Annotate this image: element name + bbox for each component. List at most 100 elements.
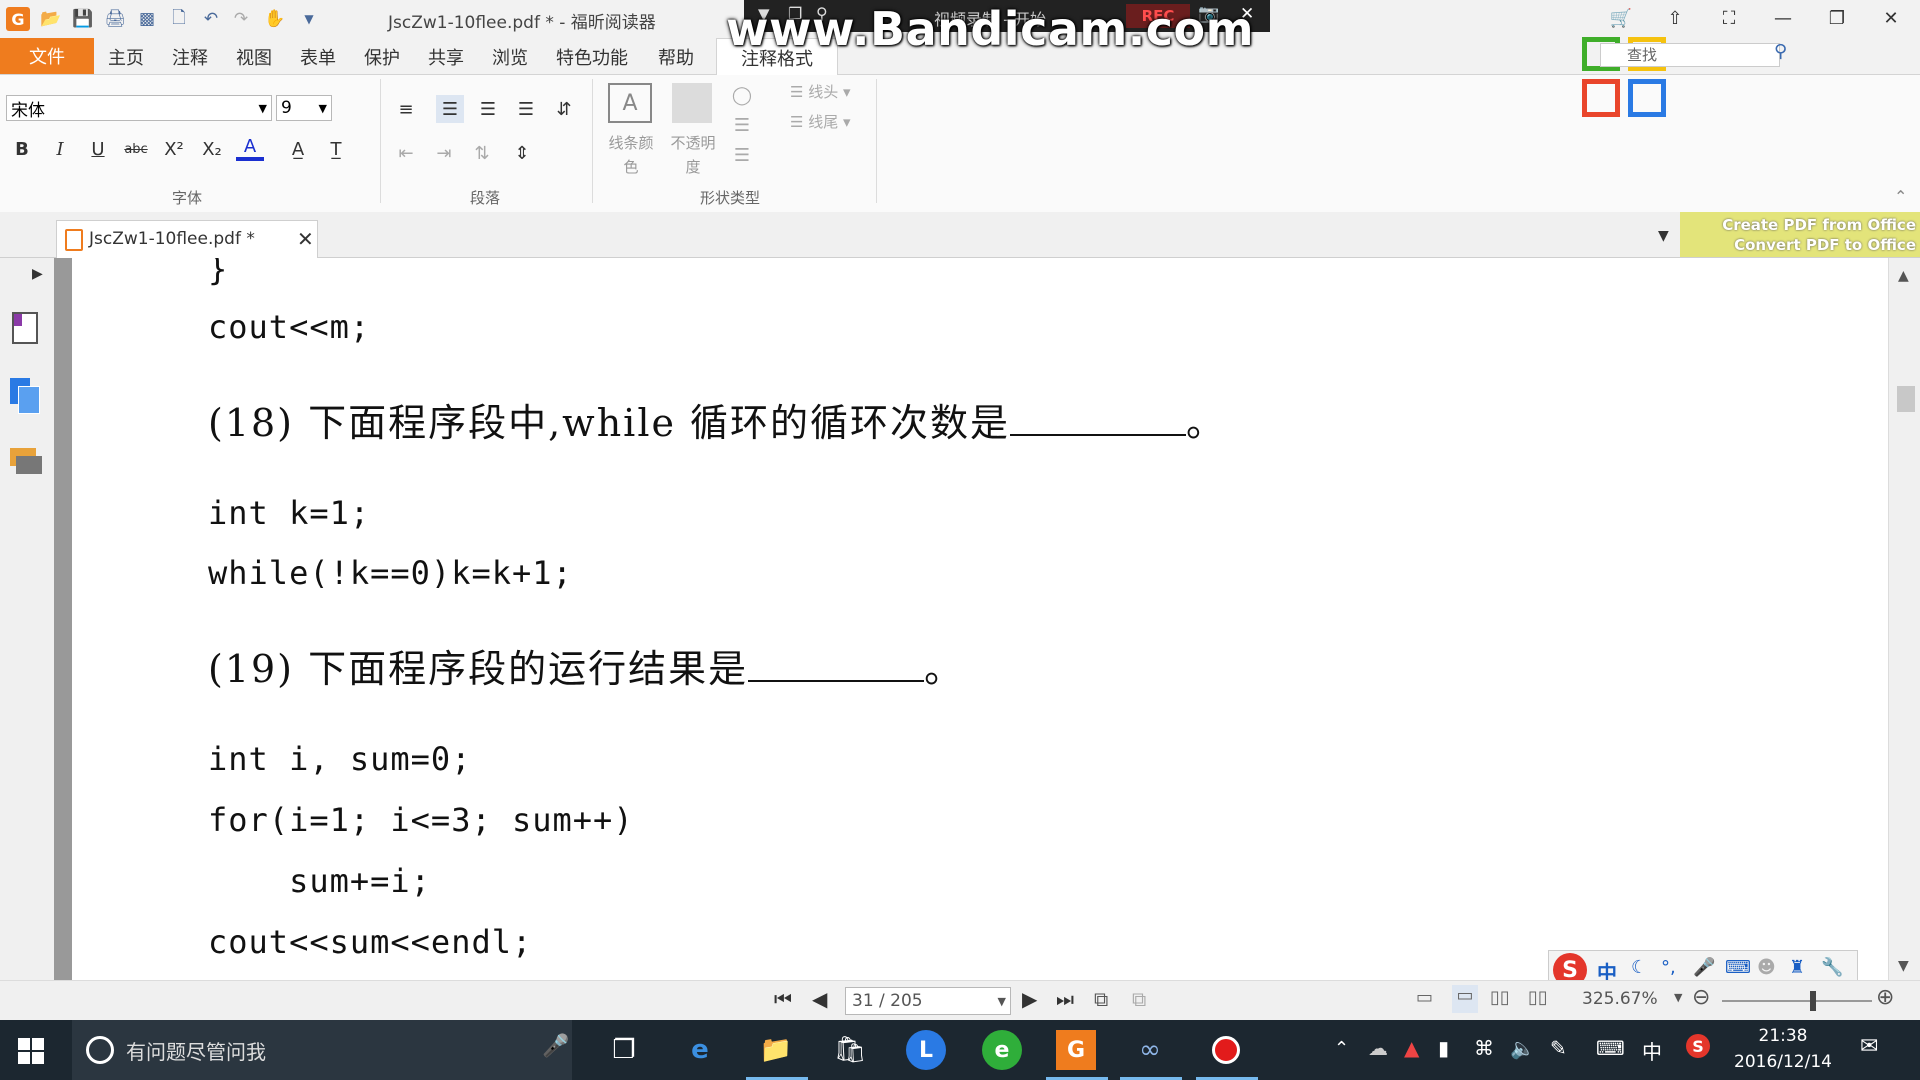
convert-promo-banner[interactable]: Create PDF from Office Convert PDF to Of… bbox=[1680, 212, 1920, 257]
keyboard-icon[interactable]: ⌨ bbox=[1725, 957, 1751, 978]
new-doc-icon[interactable]: 🗋 bbox=[168, 8, 190, 30]
search-icon[interactable]: ⚲ bbox=[1774, 41, 1787, 62]
menu-protect[interactable]: 保护 bbox=[364, 44, 400, 70]
volume-icon[interactable]: 🔈 bbox=[1510, 1036, 1535, 1060]
user-icon[interactable]: ☻ bbox=[1757, 957, 1776, 978]
font-size-select[interactable]: 9 ▼ bbox=[276, 95, 332, 121]
strikethrough-button[interactable]: abc bbox=[122, 135, 150, 163]
scroll-up-icon[interactable]: ▲ bbox=[1898, 268, 1909, 284]
menu-file[interactable]: 文件 bbox=[0, 38, 94, 74]
redo-icon[interactable]: ↷ bbox=[230, 8, 252, 30]
sogou-tray-icon[interactable]: S bbox=[1686, 1034, 1710, 1058]
opacity-label[interactable]: 不透明度 bbox=[666, 131, 720, 179]
font-color-button[interactable]: A bbox=[236, 135, 264, 161]
previous-view-icon[interactable]: ⧉ bbox=[1094, 987, 1108, 1011]
zoom-in-icon[interactable]: ⊕ bbox=[1876, 985, 1894, 1010]
l-app-icon[interactable]: L bbox=[906, 1030, 946, 1070]
pages-icon[interactable] bbox=[10, 378, 40, 414]
bookmark-icon[interactable] bbox=[12, 312, 38, 344]
single-page-icon[interactable]: ▭ bbox=[1416, 987, 1433, 1008]
hand-tool-icon[interactable]: ✋ bbox=[264, 8, 286, 30]
undo-icon[interactable]: ↶ bbox=[200, 8, 222, 30]
open-folder-icon[interactable]: 📂 bbox=[40, 8, 62, 30]
browser-icon[interactable]: e bbox=[982, 1030, 1022, 1070]
next-page-icon[interactable]: ▶ bbox=[1022, 987, 1037, 1011]
menu-help[interactable]: 帮助 bbox=[658, 44, 694, 70]
superscript-button[interactable]: X² bbox=[160, 135, 188, 163]
minimize-button[interactable]: — bbox=[1760, 4, 1806, 32]
opacity-icon[interactable] bbox=[672, 83, 712, 123]
clear-format-button[interactable]: T̲ bbox=[322, 135, 350, 163]
file-explorer-icon[interactable]: 📁 bbox=[756, 1030, 796, 1070]
bullet-list-icon[interactable]: ≡ bbox=[392, 95, 420, 123]
close-button[interactable]: ✕ bbox=[1868, 4, 1914, 32]
alert-icon[interactable]: ▲ bbox=[1404, 1036, 1419, 1060]
line-spacing-icon[interactable]: ⇕ bbox=[508, 139, 536, 167]
show-hidden-icons[interactable]: ⌃ bbox=[1334, 1038, 1349, 1059]
punctuation-icon[interactable]: °, bbox=[1661, 957, 1676, 978]
zoom-out-icon[interactable]: ⊖ bbox=[1692, 985, 1710, 1010]
vertical-scrollbar[interactable]: ▲ ▼ bbox=[1888, 258, 1920, 980]
align-right-icon[interactable]: ☰ bbox=[512, 95, 540, 123]
menu-share[interactable]: 共享 bbox=[428, 44, 464, 70]
scan-icon[interactable]: ▩ bbox=[136, 8, 158, 30]
cortana-search-box[interactable]: 有问题尽管问我 🎤 bbox=[72, 1020, 572, 1080]
menu-annotate[interactable]: 注释 bbox=[172, 44, 208, 70]
bandicam-icon[interactable] bbox=[1206, 1030, 1246, 1070]
next-view-icon[interactable]: ⧉ bbox=[1132, 987, 1146, 1011]
menu-view[interactable]: 视图 bbox=[236, 44, 272, 70]
scroll-down-icon[interactable]: ▼ bbox=[1898, 958, 1909, 974]
zoom-level[interactable]: 325.67% bbox=[1582, 989, 1658, 1009]
collapse-ribbon-icon[interactable]: ⌃ bbox=[1894, 187, 1907, 206]
text-size-button[interactable]: A̲ bbox=[284, 135, 312, 163]
underline-button[interactable]: U bbox=[84, 135, 112, 163]
expand-panel-icon[interactable]: ▶ bbox=[32, 266, 43, 282]
document-tab[interactable]: JscZw1-10flee.pdf * ✕ bbox=[56, 220, 318, 258]
bold-button[interactable]: B bbox=[8, 135, 36, 163]
fullscreen-icon[interactable]: ⛶ bbox=[1706, 4, 1752, 32]
first-page-icon[interactable]: ⏮ bbox=[774, 987, 792, 1011]
wifi-icon[interactable]: ⌘ bbox=[1474, 1036, 1494, 1060]
menu-home[interactable]: 主页 bbox=[108, 44, 144, 70]
fill-color-icon[interactable]: ◯ bbox=[728, 81, 756, 109]
scroll-thumb[interactable] bbox=[1897, 386, 1915, 412]
menu-browse[interactable]: 浏览 bbox=[492, 44, 528, 70]
last-page-icon[interactable]: ⏭ bbox=[1056, 987, 1074, 1011]
menu-special[interactable]: 特色功能 bbox=[556, 44, 628, 70]
panel-divider[interactable] bbox=[54, 258, 72, 980]
menu-form[interactable]: 表单 bbox=[300, 44, 336, 70]
foxit-reader-icon[interactable]: G bbox=[1056, 1030, 1096, 1070]
clock-time[interactable]: 21:38 bbox=[1728, 1026, 1838, 1046]
continuous-icon[interactable]: ▭ bbox=[1452, 985, 1478, 1013]
pen-icon[interactable]: ✎ bbox=[1550, 1036, 1567, 1060]
indent-decrease-icon[interactable]: ⇤ bbox=[392, 139, 420, 167]
line-tail-select[interactable]: ☰ 线尾 ▾ bbox=[790, 111, 851, 132]
print-icon[interactable]: 🖨 bbox=[104, 8, 126, 30]
line-color-label[interactable]: 线条颜色 bbox=[604, 131, 658, 179]
align-center-icon[interactable]: ☰ bbox=[474, 95, 502, 123]
zoom-slider[interactable] bbox=[1722, 1000, 1872, 1002]
facing-icon[interactable]: ▯▯ bbox=[1490, 987, 1510, 1008]
cart-icon[interactable]: 🛒 bbox=[1598, 4, 1644, 32]
moon-icon[interactable]: ☾ bbox=[1631, 957, 1647, 978]
edge-icon[interactable]: e bbox=[680, 1030, 720, 1070]
battery-icon[interactable]: ▮ bbox=[1438, 1036, 1449, 1060]
microphone-icon[interactable]: 🎤 bbox=[542, 1034, 569, 1059]
customize-arrow-icon[interactable]: ▼ bbox=[298, 8, 320, 30]
italic-button[interactable]: I bbox=[46, 135, 74, 163]
continuous-facing-icon[interactable]: ▯▯ bbox=[1528, 987, 1548, 1008]
page-number-input[interactable]: 31 / 205 ▼ bbox=[845, 987, 1011, 1015]
subscript-button[interactable]: X₂ bbox=[198, 135, 226, 163]
comments-icon[interactable] bbox=[10, 448, 42, 476]
clock-date[interactable]: 2016/12/14 bbox=[1724, 1052, 1842, 1072]
share-icon[interactable]: ⇧ bbox=[1652, 4, 1698, 32]
text-direction-icon[interactable]: ⇅ bbox=[468, 139, 496, 167]
indent-increase-icon[interactable]: ⇥ bbox=[430, 139, 458, 167]
task-view-icon[interactable]: ❐ bbox=[604, 1030, 644, 1070]
line-head-select[interactable]: ☰ 线头 ▾ bbox=[790, 81, 851, 102]
previous-page-icon[interactable]: ◀ bbox=[812, 987, 827, 1011]
font-name-select[interactable]: 宋体 ▼ bbox=[6, 95, 272, 121]
action-center-icon[interactable]: ✉ bbox=[1860, 1034, 1878, 1059]
save-icon[interactable]: 💾 bbox=[72, 8, 94, 30]
infinity-icon[interactable]: ∞ bbox=[1130, 1030, 1170, 1070]
